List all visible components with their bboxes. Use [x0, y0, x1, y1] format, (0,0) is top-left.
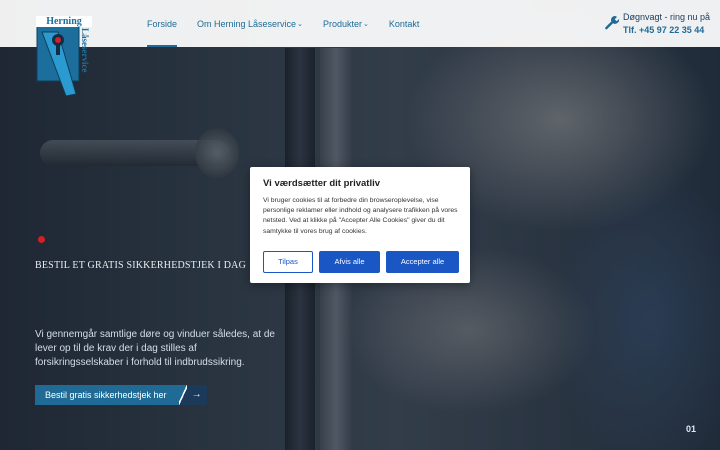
site-logo[interactable]: Herning Låseservice	[36, 16, 92, 96]
nav-item-produkter[interactable]: Produkter ⌄	[323, 0, 369, 47]
nav-item-kontakt[interactable]: Kontakt	[389, 0, 420, 47]
emergency-label: Døgnvagt - ring nu på	[623, 12, 711, 22]
cookie-dialog-title: Vi værdsætter dit privatliv	[263, 178, 381, 189]
accept-all-button[interactable]: Accepter alle	[386, 251, 459, 273]
nav-item-forside[interactable]: Forside	[147, 0, 178, 47]
cookie-consent-dialog: Vi værdsætter dit privatliv Vi bruger co…	[250, 167, 470, 283]
chevron-down-icon: ⌄	[297, 20, 303, 28]
nav-item-label: Forside	[147, 18, 178, 29]
main-nav: Forside Om Herning Låseservice ⌄ Produkt…	[147, 0, 439, 47]
cta-button-label: Bestil gratis sikkerhedstjek her	[35, 385, 179, 405]
reject-all-button[interactable]: Afvis alle	[319, 251, 380, 273]
chevron-down-icon: ⌄	[362, 20, 369, 28]
nav-item-label: Produkter	[322, 18, 362, 29]
nav-item-om-herning-laseservice[interactable]: Om Herning Låseservice ⌄	[197, 0, 303, 47]
site-header: Herning Låseservice Forside Om Herning L…	[0, 0, 720, 96]
phone-number-link[interactable]: Tlf. +45 97 22 35 44	[623, 25, 704, 35]
cta-button[interactable]: Bestil gratis sikkerhedstjek her →	[35, 385, 207, 405]
cookie-dialog-text: Vi bruger cookies til at forbedre din br…	[263, 197, 458, 235]
hero-title: BESTIL ET GRATIS SIKKERHEDSTJEK I DAG	[35, 260, 247, 271]
cookie-dialog-buttons: Tilpas Afvis alle Accepter alle	[263, 251, 459, 273]
logo-text-top: Herning	[36, 16, 92, 27]
arrow-right-icon: →	[186, 385, 207, 405]
customize-cookies-button[interactable]: Tilpas	[263, 251, 313, 273]
logo-text-side: Låseservice	[80, 28, 90, 73]
red-dot-decoration	[38, 236, 45, 243]
nav-item-label: Kontakt	[388, 18, 420, 29]
wrench-icon	[605, 16, 620, 30]
cta-separator	[178, 385, 187, 405]
slide-number: 01	[686, 424, 697, 434]
hero-description: Vi gennemgår samtlige døre og vinduer så…	[35, 329, 275, 368]
nav-item-label: Om Herning Låseservice	[197, 18, 297, 29]
